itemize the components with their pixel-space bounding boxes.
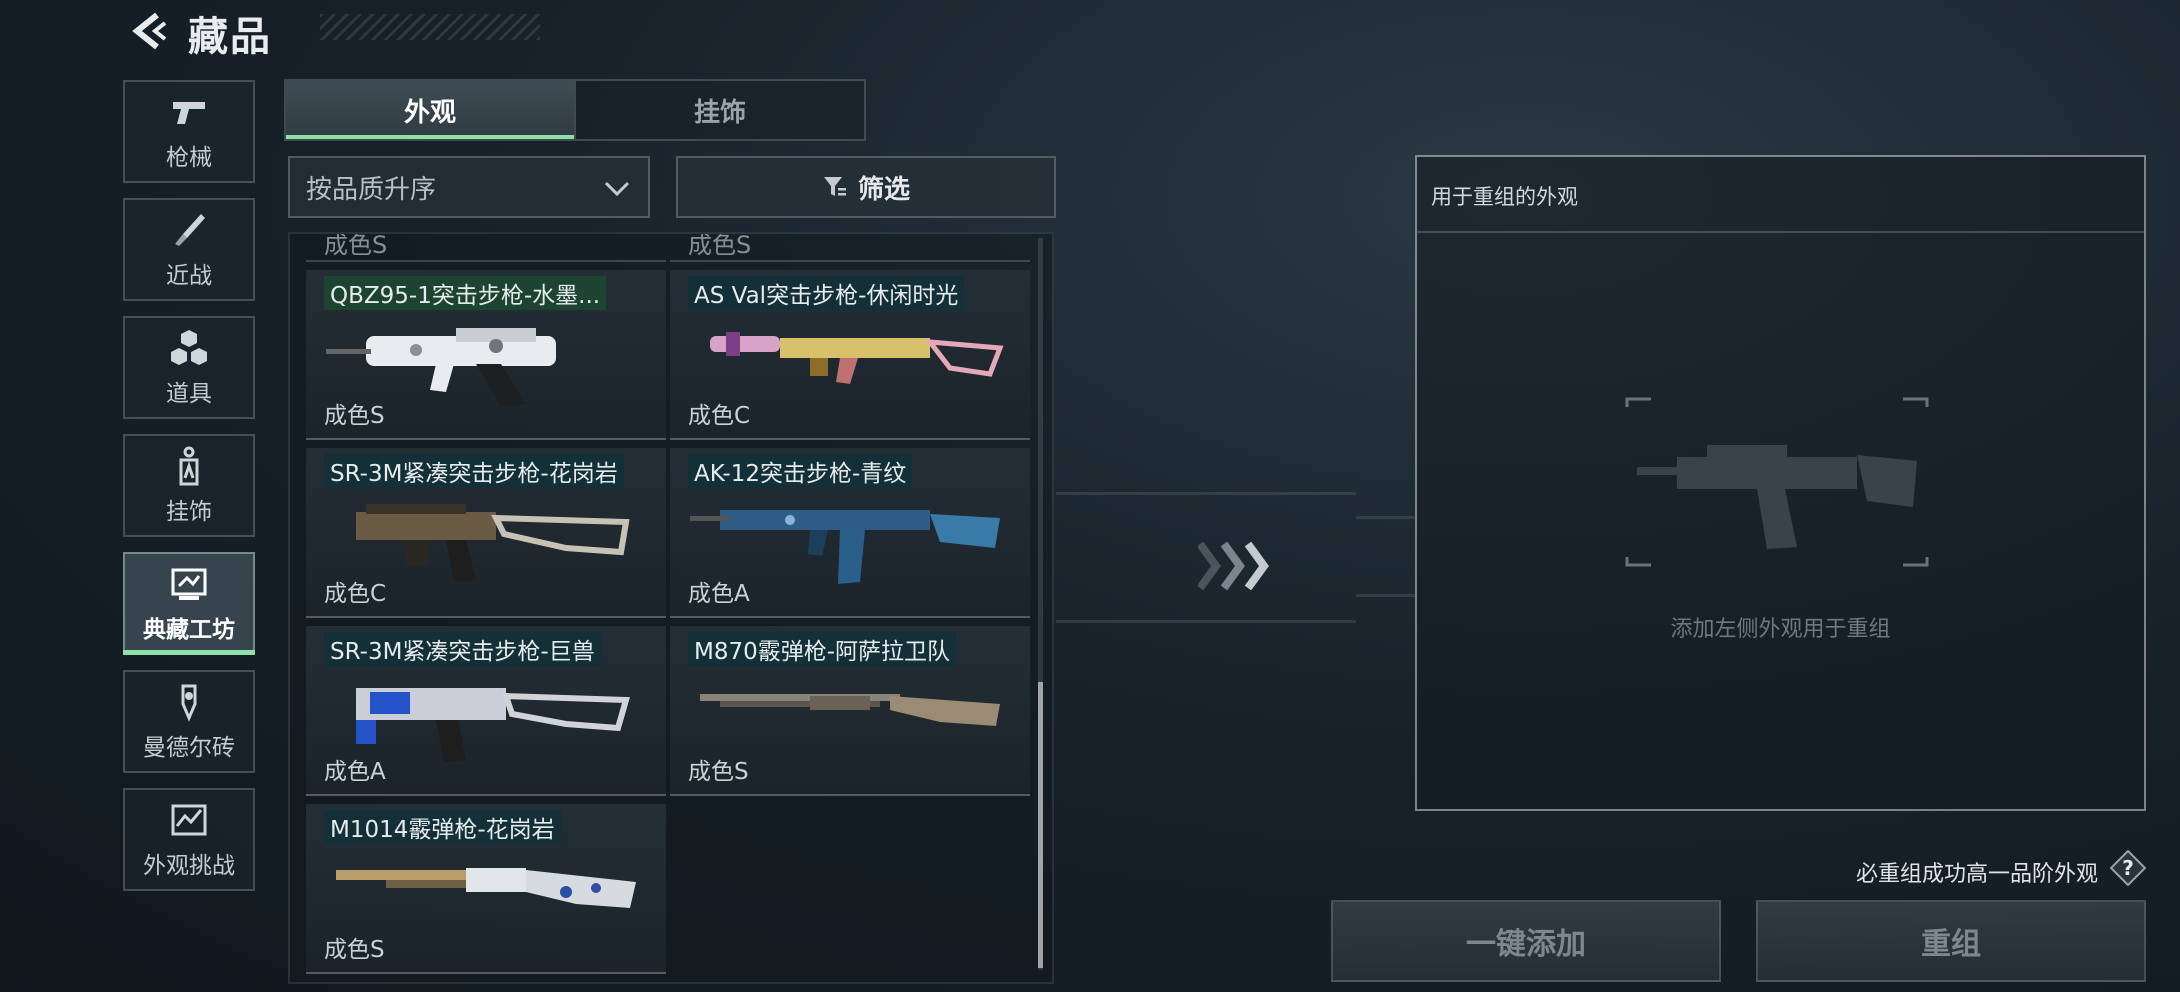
item-grade: 成色S [688, 759, 749, 785]
chevron-right-icon [1198, 541, 1269, 591]
list-item[interactable]: SR-3M紧凑突击步枪-花岗岩 成色C [306, 448, 666, 618]
charm-icon [179, 446, 199, 485]
list-item-partial[interactable]: 成色S [306, 234, 666, 262]
item-grade: 成色C [324, 581, 387, 607]
rifle-image [326, 328, 556, 406]
help-icon[interactable]: ? [2110, 850, 2146, 886]
recombine-button[interactable]: 重组 [1756, 900, 2146, 982]
sidebar-item-label: 枪械 [166, 144, 212, 171]
item-grade: 成色A [688, 581, 750, 607]
mandel-brick-icon [181, 684, 197, 722]
tab-bar: 外观 挂饰 [284, 79, 866, 141]
item-name: M870霰弹枪-阿萨拉卫队 [688, 632, 957, 666]
challenge-icon [171, 804, 207, 835]
placeholder-rifle-icon [1625, 397, 1929, 567]
sidebar-item-melee[interactable]: 近战 [123, 198, 255, 301]
rifle-image [356, 688, 630, 762]
list-scroll-thumb[interactable] [1038, 682, 1043, 968]
filter-button[interactable]: 筛选 [676, 156, 1056, 218]
list-item[interactable]: SR-3M紧凑突击步枪-巨兽 成色A [306, 626, 666, 796]
sidebar-item-label: 曼德尔砖 [143, 734, 235, 761]
sidebar-item-challenge[interactable]: 外观挑战 [123, 788, 255, 891]
recombine-panel-title: 用于重组的外观 [1431, 185, 1578, 209]
list-item-partial[interactable]: 成色S [670, 234, 1030, 262]
item-name: AK-12突击步枪-青纹 [688, 454, 913, 488]
shotgun-image [700, 694, 1000, 726]
item-name: SR-3M紧凑突击步枪-巨兽 [324, 632, 601, 666]
item-name: QBZ95-1突击步枪-水墨... [324, 276, 607, 310]
title-decoration [320, 14, 540, 40]
item-grade: 成色S [324, 234, 388, 259]
sidebar-item-workshop[interactable]: 典藏工坊 [123, 552, 255, 655]
sidebar-item-label: 典藏工坊 [143, 616, 235, 643]
list-item[interactable]: AS Val突击步枪-休闲时光 成色C [670, 270, 1030, 440]
tab-appearance[interactable]: 外观 [286, 81, 574, 139]
sidebar-item-firearms[interactable]: 枪械 [123, 80, 255, 183]
filter-label: 筛选 [857, 174, 910, 205]
svg-text:?: ? [2122, 856, 2134, 880]
item-name: M1014霰弹枪-花岗岩 [324, 810, 561, 844]
divider [1417, 231, 2144, 233]
list-item[interactable]: M1014霰弹枪-花岗岩 成色S [306, 804, 666, 974]
connector-line [1356, 594, 1415, 597]
list-item[interactable]: QBZ95-1突击步枪-水墨... 成色S [306, 270, 666, 440]
item-grade: 成色S [324, 937, 385, 963]
sidebar-item-mandel-brick[interactable]: 曼德尔砖 [123, 670, 255, 773]
connector-line [1056, 620, 1356, 623]
knife-icon [175, 213, 205, 246]
sidebar-item-label: 外观挑战 [143, 852, 235, 879]
filter-icon [823, 177, 846, 196]
page-title: 藏品 [188, 14, 272, 60]
item-grade: 成色C [688, 403, 751, 429]
connector-line [1356, 516, 1415, 519]
shotgun-image [336, 868, 636, 908]
rifle-image [710, 332, 1004, 384]
back-button[interactable] [124, 6, 174, 56]
rifle-image [356, 504, 630, 582]
item-name: SR-3M紧凑突击步枪-花岗岩 [324, 454, 624, 488]
sidebar-item-label: 近战 [166, 262, 212, 289]
list-item[interactable]: AK-12突击步枪-青纹 成色A [670, 448, 1030, 618]
tab-charms[interactable]: 挂饰 [574, 81, 864, 139]
empty-hint: 添加左侧外观用于重组 [1670, 617, 1891, 642]
sidebar-item-items[interactable]: 道具 [123, 316, 255, 419]
item-grade: 成色S [688, 234, 752, 259]
item-grade: 成色A [324, 759, 386, 785]
back-arrow-icon [132, 12, 167, 50]
sort-label: 按品质升序 [306, 174, 437, 205]
workshop-icon [171, 568, 207, 600]
sidebar-item-label: 挂饰 [166, 498, 212, 525]
list-item[interactable]: M870霰弹枪-阿萨拉卫队 成色S [670, 626, 1030, 796]
add-all-button[interactable]: 一键添加 [1331, 900, 1721, 982]
guarantee-text: 必重组成功高一品阶外观 [1855, 862, 2098, 887]
connector-line [1056, 492, 1356, 495]
pistol-icon [173, 101, 205, 124]
sidebar-item-label: 道具 [166, 380, 212, 407]
sort-dropdown[interactable]: 按品质升序 [288, 156, 650, 218]
chevron-down-icon [604, 181, 630, 197]
appearance-list: 成色S 成色S QBZ95-1突击步枪-水墨... 成色S AS Val突击步枪… [288, 232, 1054, 984]
item-grade: 成色S [324, 403, 385, 429]
sidebar-item-charms[interactable]: 挂饰 [123, 434, 255, 537]
recombine-panel: 用于重组的外观 添加左侧外观用于重组 [1415, 155, 2146, 811]
cubes-icon [171, 329, 207, 365]
item-name: AS Val突击步枪-休闲时光 [688, 276, 965, 310]
rifle-image [690, 510, 1000, 584]
